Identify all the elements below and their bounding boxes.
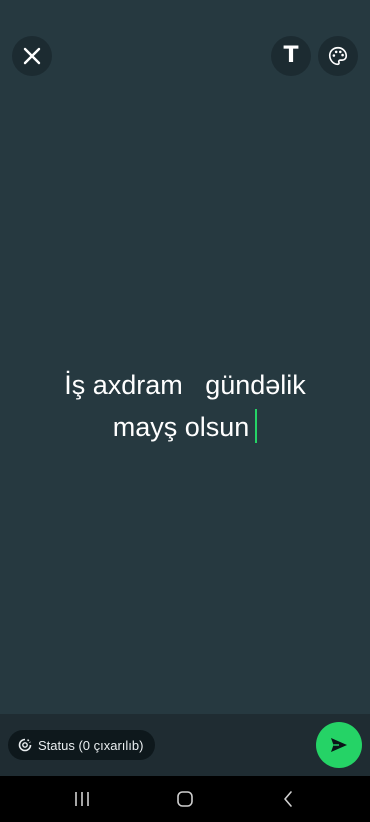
status-audience-label: Status (0 çıxarılıb) xyxy=(38,737,144,753)
send-button[interactable] xyxy=(316,722,362,768)
system-navigation-bar xyxy=(0,776,370,822)
status-privacy-icon xyxy=(18,738,32,752)
close-button[interactable] xyxy=(12,36,52,76)
home-button[interactable] xyxy=(155,776,215,822)
text-style-button[interactable]: T xyxy=(271,36,311,76)
send-icon xyxy=(331,738,347,752)
status-text-line-1: İş axdram gündəlik xyxy=(64,370,306,400)
recents-button[interactable] xyxy=(52,776,112,822)
status-text-editor[interactable]: T İş axdram gündəlik mayş olsun xyxy=(0,0,370,714)
composer-bottom-bar: Status (0 çıxarılıb) xyxy=(0,714,370,776)
text-cursor xyxy=(255,409,258,443)
status-text-line-2: mayş olsun xyxy=(112,412,250,442)
palette-icon xyxy=(328,46,348,66)
status-composer-screen: T İş axdram gündəlik mayş olsun Status ( xyxy=(0,0,370,822)
back-icon xyxy=(284,791,292,807)
home-icon xyxy=(177,791,193,807)
recents-icon xyxy=(75,792,89,806)
text-style-icon: T xyxy=(283,43,299,68)
back-button[interactable] xyxy=(258,776,318,822)
status-audience-button[interactable]: Status (0 çıxarılıb) xyxy=(8,730,156,760)
status-text-line-2-wrap: mayş olsun xyxy=(30,406,340,448)
background-color-button[interactable] xyxy=(318,36,358,76)
close-icon xyxy=(23,47,41,65)
status-text-content[interactable]: İş axdram gündəlik mayş olsun xyxy=(30,364,340,448)
